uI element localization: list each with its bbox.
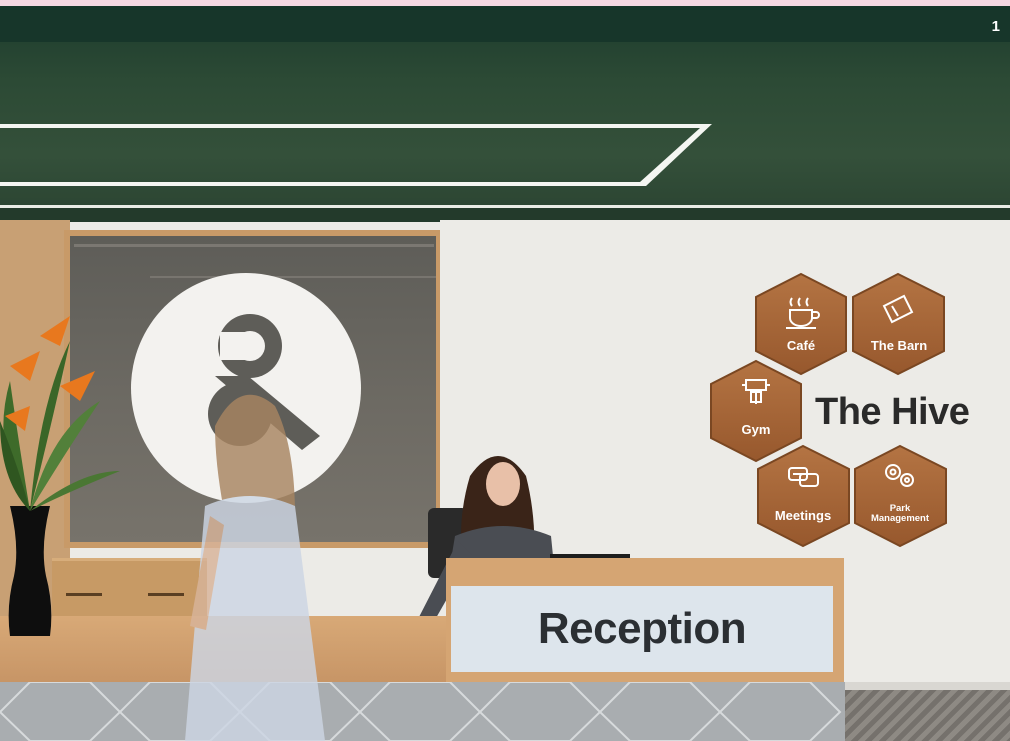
reception-photo: Café The Barn Gym Meetings Park Manageme… [0,6,1010,741]
walking-woman-blurred [185,394,325,741]
page-number: 1 [991,18,1000,35]
